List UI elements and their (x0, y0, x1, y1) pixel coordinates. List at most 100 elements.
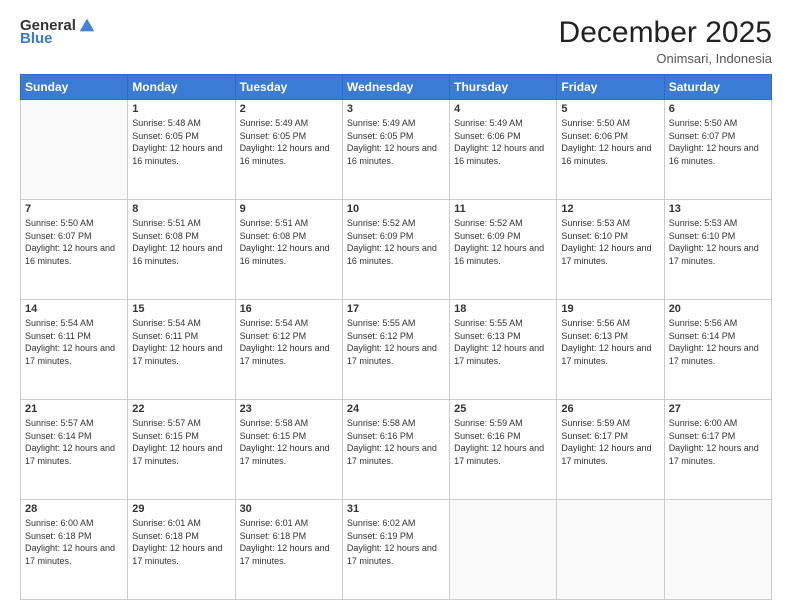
day-info: Sunrise: 5:49 AM Sunset: 6:05 PM Dayligh… (347, 117, 445, 167)
logo-blue-text: Blue (20, 30, 53, 47)
calendar-cell: 2 Sunrise: 5:49 AM Sunset: 6:05 PM Daylig… (235, 100, 342, 200)
day-number: 19 (561, 303, 659, 315)
calendar-cell: 12 Sunrise: 5:53 AM Sunset: 6:10 PM Dayli… (557, 200, 664, 300)
day-info: Sunrise: 6:00 AM Sunset: 6:18 PM Dayligh… (25, 517, 123, 567)
calendar-cell (450, 500, 557, 600)
day-info: Sunrise: 5:49 AM Sunset: 6:05 PM Dayligh… (240, 117, 338, 167)
day-info: Sunrise: 5:58 AM Sunset: 6:15 PM Dayligh… (240, 417, 338, 467)
calendar-cell: 1 Sunrise: 5:48 AM Sunset: 6:05 PM Daylig… (128, 100, 235, 200)
day-number: 25 (454, 403, 552, 415)
day-info: Sunrise: 6:02 AM Sunset: 6:19 PM Dayligh… (347, 517, 445, 567)
day-number: 23 (240, 403, 338, 415)
calendar-body: 1 Sunrise: 5:48 AM Sunset: 6:05 PM Daylig… (21, 100, 772, 600)
calendar-cell: 20Sunrise: 5:56 AM Sunset: 6:14 PM Dayli… (664, 300, 771, 400)
day-info: Sunrise: 6:01 AM Sunset: 6:18 PM Dayligh… (240, 517, 338, 567)
day-info: Sunrise: 5:51 AM Sunset: 6:08 PM Dayligh… (132, 217, 230, 267)
day-number: 7 (25, 203, 123, 215)
calendar-cell: 6Sunrise: 5:50 AM Sunset: 6:07 PM Daylig… (664, 100, 771, 200)
day-info: Sunrise: 5:50 AM Sunset: 6:07 PM Dayligh… (669, 117, 767, 167)
day-number: 22 (132, 403, 230, 415)
day-number: 14 (25, 303, 123, 315)
calendar-cell: 16 Sunrise: 5:54 AM Sunset: 6:12 PM Dayli… (235, 300, 342, 400)
calendar-day-header: Monday (128, 75, 235, 100)
day-number: 3 (347, 103, 445, 115)
day-info: Sunrise: 5:57 AM Sunset: 6:15 PM Dayligh… (132, 417, 230, 467)
calendar-week-row: 28 Sunrise: 6:00 AM Sunset: 6:18 PM Dayli… (21, 500, 772, 600)
calendar-week-row: 7 Sunrise: 5:50 AM Sunset: 6:07 PM Daylig… (21, 200, 772, 300)
calendar-cell: 31 Sunrise: 6:02 AM Sunset: 6:19 PM Dayli… (342, 500, 449, 600)
day-info: Sunrise: 5:51 AM Sunset: 6:08 PM Dayligh… (240, 217, 338, 267)
day-number: 10 (347, 203, 445, 215)
day-info: Sunrise: 5:52 AM Sunset: 6:09 PM Dayligh… (347, 217, 445, 267)
day-number: 20 (669, 303, 767, 315)
calendar-cell: 25 Sunrise: 5:59 AM Sunset: 6:16 PM Dayli… (450, 400, 557, 500)
calendar-week-row: 1 Sunrise: 5:48 AM Sunset: 6:05 PM Daylig… (21, 100, 772, 200)
calendar-cell: 22 Sunrise: 5:57 AM Sunset: 6:15 PM Dayli… (128, 400, 235, 500)
calendar-cell: 14 Sunrise: 5:54 AM Sunset: 6:11 PM Dayli… (21, 300, 128, 400)
day-number: 17 (347, 303, 445, 315)
subtitle: Onimsari, Indonesia (559, 51, 772, 66)
day-number: 18 (454, 303, 552, 315)
calendar-cell: 28 Sunrise: 6:00 AM Sunset: 6:18 PM Dayli… (21, 500, 128, 600)
calendar-day-header: Friday (557, 75, 664, 100)
day-number: 29 (132, 503, 230, 515)
day-info: Sunrise: 5:54 AM Sunset: 6:11 PM Dayligh… (25, 317, 123, 367)
day-number: 16 (240, 303, 338, 315)
day-number: 31 (347, 503, 445, 515)
day-number: 28 (25, 503, 123, 515)
calendar-cell: 21 Sunrise: 5:57 AM Sunset: 6:14 PM Dayli… (21, 400, 128, 500)
calendar-cell: 26Sunrise: 5:59 AM Sunset: 6:17 PM Dayli… (557, 400, 664, 500)
day-info: Sunrise: 5:55 AM Sunset: 6:12 PM Dayligh… (347, 317, 445, 367)
calendar-cell: 13 Sunrise: 5:53 AM Sunset: 6:10 PM Dayli… (664, 200, 771, 300)
day-number: 11 (454, 203, 552, 215)
day-info: Sunrise: 6:00 AM Sunset: 6:17 PM Dayligh… (669, 417, 767, 467)
day-number: 13 (669, 203, 767, 215)
calendar-cell: 23 Sunrise: 5:58 AM Sunset: 6:15 PM Dayli… (235, 400, 342, 500)
day-number: 5 (561, 103, 659, 115)
calendar-cell: 11 Sunrise: 5:52 AM Sunset: 6:09 PM Dayli… (450, 200, 557, 300)
day-info: Sunrise: 5:49 AM Sunset: 6:06 PM Dayligh… (454, 117, 552, 167)
calendar-table: SundayMondayTuesdayWednesdayThursdayFrid… (20, 74, 772, 600)
day-info: Sunrise: 5:59 AM Sunset: 6:16 PM Dayligh… (454, 417, 552, 467)
day-info: Sunrise: 5:48 AM Sunset: 6:05 PM Dayligh… (132, 117, 230, 167)
calendar-cell: 27 Sunrise: 6:00 AM Sunset: 6:17 PM Dayli… (664, 400, 771, 500)
day-number: 27 (669, 403, 767, 415)
calendar-cell: 3 Sunrise: 5:49 AM Sunset: 6:05 PM Daylig… (342, 100, 449, 200)
day-info: Sunrise: 5:50 AM Sunset: 6:07 PM Dayligh… (25, 217, 123, 267)
calendar-header-row: SundayMondayTuesdayWednesdayThursdayFrid… (21, 75, 772, 100)
calendar-cell: 24Sunrise: 5:58 AM Sunset: 6:16 PM Dayli… (342, 400, 449, 500)
day-number: 15 (132, 303, 230, 315)
main-title: December 2025 (559, 16, 772, 49)
calendar-week-row: 14 Sunrise: 5:54 AM Sunset: 6:11 PM Dayli… (21, 300, 772, 400)
day-info: Sunrise: 5:56 AM Sunset: 6:13 PM Dayligh… (561, 317, 659, 367)
day-info: Sunrise: 5:52 AM Sunset: 6:09 PM Dayligh… (454, 217, 552, 267)
calendar-week-row: 21 Sunrise: 5:57 AM Sunset: 6:14 PM Dayli… (21, 400, 772, 500)
day-info: Sunrise: 5:54 AM Sunset: 6:11 PM Dayligh… (132, 317, 230, 367)
calendar-cell (557, 500, 664, 600)
calendar-cell: 19 Sunrise: 5:56 AM Sunset: 6:13 PM Dayli… (557, 300, 664, 400)
calendar-cell (664, 500, 771, 600)
day-number: 12 (561, 203, 659, 215)
calendar-day-header: Wednesday (342, 75, 449, 100)
day-number: 1 (132, 103, 230, 115)
calendar-day-header: Sunday (21, 75, 128, 100)
calendar-cell: 17 Sunrise: 5:55 AM Sunset: 6:12 PM Dayli… (342, 300, 449, 400)
day-info: Sunrise: 5:53 AM Sunset: 6:10 PM Dayligh… (669, 217, 767, 267)
header: General Blue December 2025 Onimsari, Ind… (20, 16, 772, 66)
calendar-cell (21, 100, 128, 200)
day-info: Sunrise: 5:54 AM Sunset: 6:12 PM Dayligh… (240, 317, 338, 367)
day-info: Sunrise: 5:59 AM Sunset: 6:17 PM Dayligh… (561, 417, 659, 467)
calendar-cell: 8Sunrise: 5:51 AM Sunset: 6:08 PM Daylig… (128, 200, 235, 300)
page: General Blue December 2025 Onimsari, Ind… (0, 0, 792, 612)
day-number: 2 (240, 103, 338, 115)
day-number: 21 (25, 403, 123, 415)
calendar-cell: 5Sunrise: 5:50 AM Sunset: 6:06 PM Daylig… (557, 100, 664, 200)
calendar-cell: 15 Sunrise: 5:54 AM Sunset: 6:11 PM Dayli… (128, 300, 235, 400)
calendar-day-header: Tuesday (235, 75, 342, 100)
day-info: Sunrise: 5:57 AM Sunset: 6:14 PM Dayligh… (25, 417, 123, 467)
logo: General Blue (20, 16, 96, 47)
day-info: Sunrise: 5:53 AM Sunset: 6:10 PM Dayligh… (561, 217, 659, 267)
day-info: Sunrise: 6:01 AM Sunset: 6:18 PM Dayligh… (132, 517, 230, 567)
calendar-cell: 18Sunrise: 5:55 AM Sunset: 6:13 PM Dayli… (450, 300, 557, 400)
logo-icon (78, 16, 96, 34)
